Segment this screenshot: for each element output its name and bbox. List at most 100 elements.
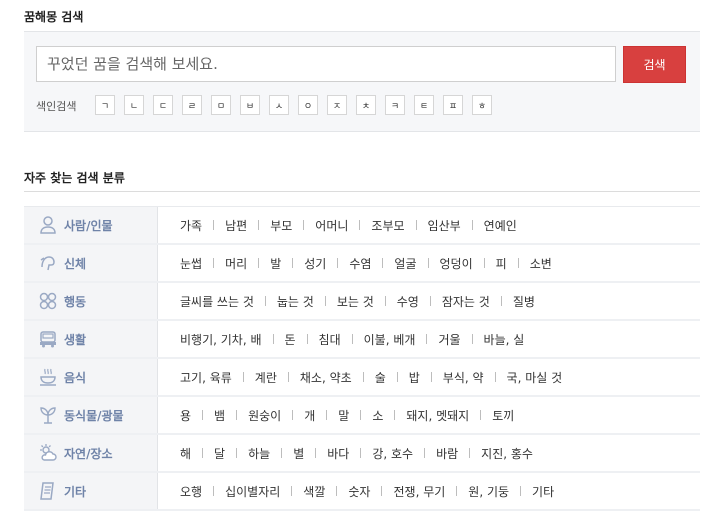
category-keyword-link[interactable]: 성기	[304, 255, 326, 272]
category-keyword-link[interactable]: 색깔	[303, 483, 325, 500]
category-keyword-link[interactable]: 비행기, 기차, 배	[180, 331, 262, 348]
category-keyword-link[interactable]: 전쟁, 무기	[393, 483, 445, 500]
item-separator	[430, 372, 432, 382]
category-header: 행동	[24, 283, 158, 319]
category-keyword-link[interactable]: 잠자는 것	[442, 293, 490, 310]
category-keyword-link[interactable]: 얼굴	[394, 255, 416, 272]
category-keyword-link[interactable]: 보는 것	[337, 293, 374, 310]
category-keyword-link[interactable]: 숫자	[348, 483, 370, 500]
item-separator	[351, 334, 353, 344]
category-keyword-link[interactable]: 밥	[409, 369, 420, 386]
weather-icon	[38, 443, 58, 463]
item-separator	[360, 410, 362, 420]
category-keyword-link[interactable]: 수영	[397, 293, 419, 310]
index-letter-button[interactable]: ㅁ	[211, 95, 231, 115]
category-keyword-link[interactable]: 남편	[225, 217, 247, 234]
item-separator	[213, 258, 215, 268]
category-keyword-link[interactable]: 십이별자리	[225, 483, 280, 500]
index-letter-button[interactable]: ㅊ	[356, 95, 376, 115]
category-keyword-link[interactable]: 오행	[180, 483, 202, 500]
category-keyword-link[interactable]: 발	[270, 255, 281, 272]
category-keyword-link[interactable]: 돼지, 멧돼지	[406, 407, 469, 424]
index-letter-button[interactable]: ㄴ	[124, 95, 144, 115]
category-keyword-link[interactable]: 침대	[319, 331, 341, 348]
category-keyword-link[interactable]: 별	[293, 445, 304, 462]
category-keyword-link[interactable]: 어머니	[315, 217, 348, 234]
category-keyword-link[interactable]: 부모	[270, 217, 292, 234]
index-letter-button[interactable]: ㄷ	[153, 95, 173, 115]
category-items: 비행기, 기차, 배 돈 침대 이불, 베개 거울 바늘, 실	[180, 321, 524, 357]
category-keyword-link[interactable]: 지진, 홍수	[481, 445, 533, 462]
category-keyword-link[interactable]: 가족	[180, 217, 202, 234]
category-keyword-link[interactable]: 달	[214, 445, 225, 462]
category-keyword-link[interactable]: 말	[338, 407, 349, 424]
category-keyword-link[interactable]: 해	[180, 445, 191, 462]
category-keyword-link[interactable]: 뱀	[214, 407, 225, 424]
item-separator	[396, 372, 398, 382]
item-separator	[471, 334, 473, 344]
category-keyword-link[interactable]: 부식, 약	[443, 369, 484, 386]
category-keyword-link[interactable]: 기타	[532, 483, 554, 500]
category-keyword-link[interactable]: 연예인	[484, 217, 517, 234]
category-keyword-link[interactable]: 눈썹	[180, 255, 202, 272]
category-keyword-link[interactable]: 임산부	[428, 217, 461, 234]
category-keyword-link[interactable]: 용	[180, 407, 191, 424]
category-keyword-link[interactable]: 바람	[436, 445, 458, 462]
search-input[interactable]	[36, 46, 616, 82]
category-keyword-link[interactable]: 강, 호수	[372, 445, 413, 462]
category-keyword-link[interactable]: 거울	[438, 331, 460, 348]
item-separator	[382, 258, 384, 268]
category-keyword-link[interactable]: 질병	[513, 293, 535, 310]
item-separator	[213, 486, 215, 496]
category-keyword-link[interactable]: 토끼	[492, 407, 514, 424]
category-header: 자연/장소	[24, 435, 158, 471]
category-header: 사람/인물	[24, 207, 158, 243]
category-keyword-link[interactable]: 국, 마실 것	[507, 369, 563, 386]
item-separator	[426, 334, 428, 344]
index-letter-button[interactable]: ㅎ	[472, 95, 492, 115]
category-keyword-link[interactable]: 글씨를 쓰는 것	[180, 293, 254, 310]
category-keyword-link[interactable]: 머리	[225, 255, 247, 272]
category-keyword-link[interactable]: 수염	[349, 255, 371, 272]
category-keyword-link[interactable]: 원숭이	[248, 407, 281, 424]
index-letter-button[interactable]: ㄱ	[95, 95, 115, 115]
item-separator	[520, 486, 522, 496]
category-keyword-link[interactable]: 소변	[530, 255, 552, 272]
item-separator	[236, 410, 238, 420]
category-keyword-link[interactable]: 채소, 약초	[300, 369, 352, 386]
index-letter-button[interactable]: ㄹ	[182, 95, 202, 115]
category-header: 신체	[24, 245, 158, 281]
category-keyword-link[interactable]: 술	[375, 369, 386, 386]
category-keyword-link[interactable]: 개	[304, 407, 315, 424]
index-letter-button[interactable]: ㅋ	[385, 95, 405, 115]
category-keyword-link[interactable]: 엉덩이	[440, 255, 473, 272]
categories-section-title: 자주 찾는 검색 분류	[24, 171, 125, 185]
index-letter-button[interactable]: ㅍ	[443, 95, 463, 115]
index-letter-button[interactable]: ㅈ	[327, 95, 347, 115]
category-row: 자연/장소 해 달 하늘 별 바다 강, 호수 바람 지진, 홍수	[24, 435, 700, 473]
category-keyword-link[interactable]: 고기, 육류	[180, 369, 232, 386]
item-separator	[429, 296, 431, 306]
category-name: 기타	[64, 484, 87, 499]
search-button[interactable]: 검색	[623, 46, 686, 83]
category-keyword-link[interactable]: 이불, 베개	[364, 331, 416, 348]
index-letter-button[interactable]: ㅌ	[414, 95, 434, 115]
category-keyword-link[interactable]: 바늘, 실	[484, 331, 525, 348]
index-letter-button[interactable]: ㅂ	[240, 95, 260, 115]
category-keyword-link[interactable]: 눕는 것	[277, 293, 314, 310]
category-keyword-link[interactable]: 계란	[255, 369, 277, 386]
category-keyword-link[interactable]: 하늘	[248, 445, 270, 462]
category-keyword-link[interactable]: 피	[496, 255, 507, 272]
category-name: 신체	[64, 256, 87, 271]
category-keyword-link[interactable]: 소	[372, 407, 383, 424]
item-separator	[258, 220, 260, 230]
item-separator	[202, 410, 204, 420]
category-keyword-link[interactable]: 조부모	[371, 217, 404, 234]
category-keyword-link[interactable]: 원, 기둥	[468, 483, 509, 500]
item-separator	[384, 296, 386, 306]
category-keyword-link[interactable]: 바다	[327, 445, 349, 462]
category-keyword-link[interactable]: 돈	[285, 331, 296, 348]
index-letter-button[interactable]: ㅅ	[269, 95, 289, 115]
category-row: 생활 비행기, 기차, 배 돈 침대 이불, 베개 거울 바늘, 실	[24, 321, 700, 359]
index-letter-button[interactable]: ㅇ	[298, 95, 318, 115]
